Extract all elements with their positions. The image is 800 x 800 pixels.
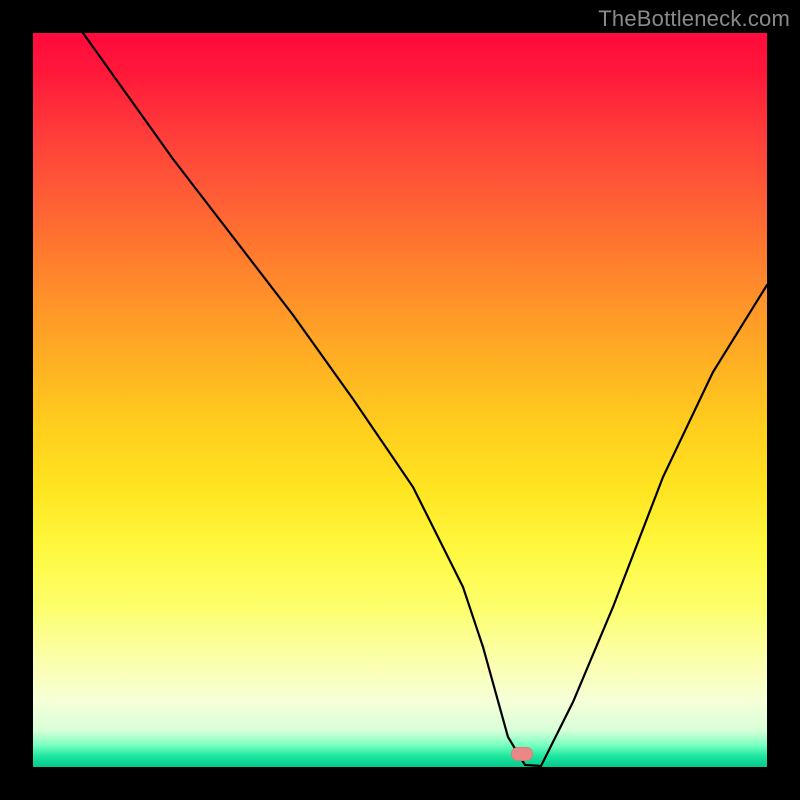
optimal-marker	[511, 747, 533, 761]
plot-area	[33, 33, 767, 767]
chart-frame: TheBottleneck.com	[0, 0, 800, 800]
bottleneck-curve	[83, 33, 767, 766]
curve-layer	[33, 33, 767, 767]
watermark-text: TheBottleneck.com	[598, 6, 790, 32]
